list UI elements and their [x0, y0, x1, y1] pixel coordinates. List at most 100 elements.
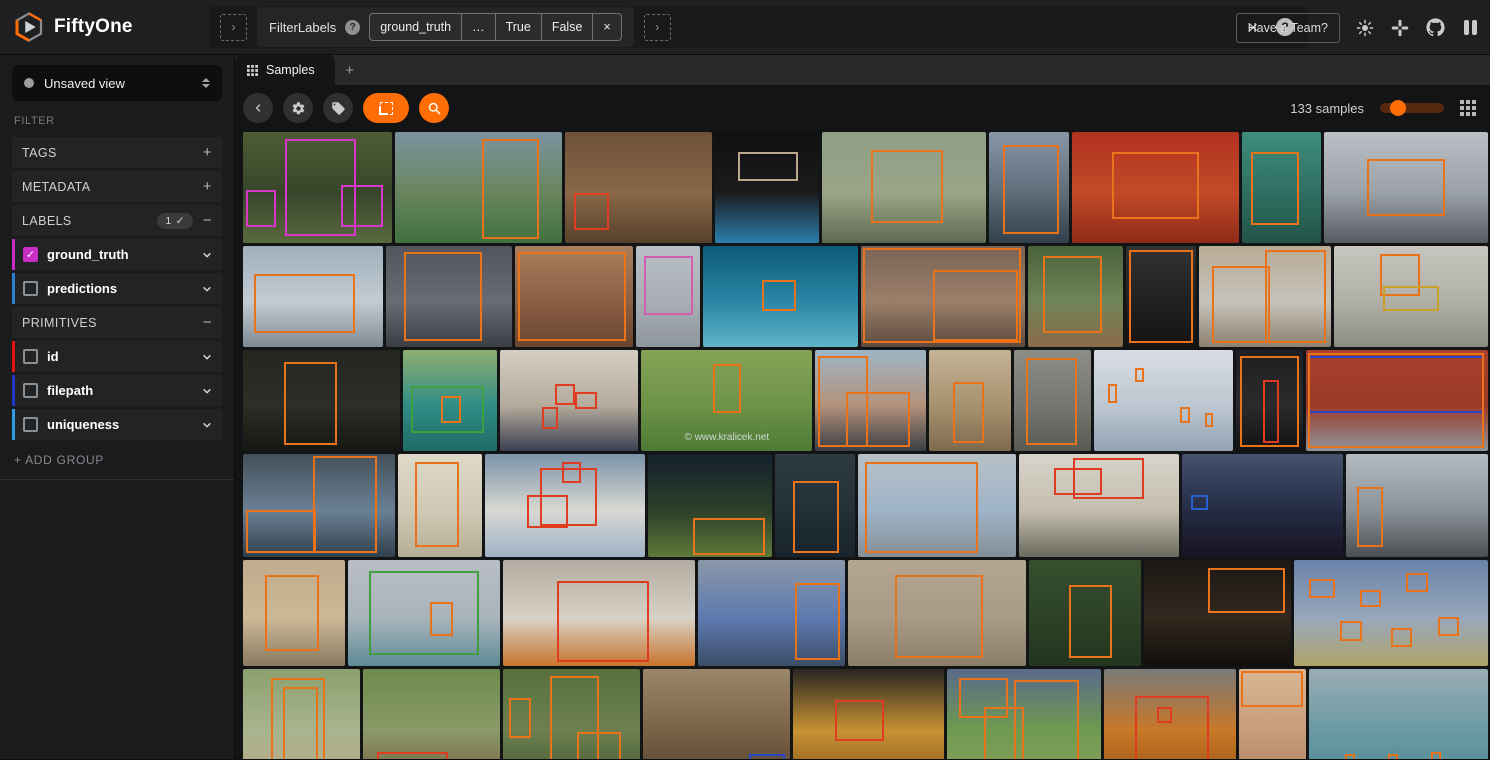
- sample-tile-cowboy-on-horse[interactable]: [395, 132, 562, 243]
- uniqueness-checkbox[interactable]: [23, 417, 38, 432]
- slider-thumb[interactable]: [1390, 100, 1406, 116]
- view-selector[interactable]: Unsaved view: [12, 65, 222, 101]
- have-a-team-button[interactable]: Have a Team?: [1235, 12, 1340, 43]
- new-tab-button[interactable]: +: [335, 55, 365, 85]
- grid-view-button[interactable]: [1460, 100, 1476, 116]
- sample-tile-child-with-toy-cake[interactable]: [243, 454, 396, 557]
- sample-tile-night-street[interactable]: [1181, 454, 1343, 557]
- chip-remove[interactable]: ×: [592, 14, 620, 40]
- ground-truth-checkbox[interactable]: ✓: [23, 247, 38, 262]
- chevron-down-icon[interactable]: [202, 284, 212, 294]
- sample-tile-teal-teddy-bear[interactable]: [1242, 132, 1321, 243]
- sample-tile-white-car[interactable]: [243, 246, 384, 347]
- slack-icon[interactable]: [1390, 18, 1410, 38]
- sample-tile-painted-face[interactable]: [515, 246, 634, 347]
- sample-tile-woman-with-camera[interactable]: [386, 246, 513, 347]
- sample-tile-bird-in-foliage[interactable]: [243, 132, 392, 243]
- sample-tile-jet-at-gate[interactable]: [698, 560, 846, 666]
- add-group-button[interactable]: + ADD GROUP: [14, 453, 220, 467]
- sample-tile-skier-portrait[interactable]: [398, 454, 483, 557]
- sample-tile-blue-cake[interactable]: [715, 132, 819, 243]
- sample-tile-light-rail-train[interactable]: [858, 454, 1016, 557]
- primitive-row-uniqueness[interactable]: uniqueness: [12, 409, 222, 440]
- sample-tile-dressage-rider[interactable]: © www.kralicek.net: [641, 350, 813, 451]
- back-button[interactable]: [243, 93, 273, 123]
- plus-icon[interactable]: +: [203, 144, 212, 161]
- sample-tile-llama-carrot[interactable]: [363, 669, 501, 759]
- primitive-row-filepath[interactable]: filepath: [12, 375, 222, 406]
- sample-tile-man-at-wall[interactable]: [1013, 350, 1091, 451]
- sample-tile-cat-on-rug[interactable]: [565, 132, 712, 243]
- filepath-checkbox[interactable]: [23, 383, 38, 398]
- sample-tile-red-suv[interactable]: [1305, 350, 1488, 451]
- add-stage-button-right[interactable]: ›: [643, 13, 671, 41]
- sample-tile-man-in-sunglasses[interactable]: [1125, 246, 1196, 347]
- search-button[interactable]: [419, 93, 449, 123]
- add-stage-button-left[interactable]: ›: [220, 13, 247, 41]
- sample-tile-man-on-phone[interactable]: [243, 350, 401, 451]
- sample-tile-child-with-umbrella[interactable]: [1028, 560, 1141, 666]
- chip-true[interactable]: True: [494, 14, 541, 40]
- sample-tile-luge-track[interactable]: [1093, 350, 1233, 451]
- sample-tile-carrots-plate[interactable]: [503, 560, 696, 666]
- sample-tile-whitewater-surfer[interactable]: [1333, 246, 1488, 347]
- section-metadata[interactable]: METADATA +: [12, 171, 222, 202]
- chevron-down-icon[interactable]: [202, 420, 212, 430]
- minus-icon[interactable]: −: [203, 212, 212, 229]
- section-labels[interactable]: LABELS 1 ✓ −: [12, 205, 222, 236]
- sample-tile-woman-and-puppy[interactable]: [861, 246, 1025, 347]
- sample-tile-red-plate-meal[interactable]: [1072, 132, 1239, 243]
- patches-button[interactable]: [363, 93, 409, 123]
- sample-tile-train-tracks[interactable]: [822, 132, 986, 243]
- sample-tile-child-on-saddle[interactable]: [1027, 246, 1123, 347]
- sample-tile-wave-surfer[interactable]: [703, 246, 859, 347]
- github-icon[interactable]: [1425, 18, 1445, 38]
- minus-icon[interactable]: −: [203, 314, 212, 331]
- chip-ground-truth[interactable]: ground_truth: [370, 14, 461, 40]
- sample-tile-sailboat[interactable]: [348, 560, 501, 666]
- sample-tile-pizza-buffet[interactable]: [1143, 560, 1291, 666]
- sample-tile-greens-plate[interactable]: [1018, 454, 1179, 557]
- sample-tile-draft-horse[interactable]: [1345, 454, 1488, 557]
- sample-tile-baby-toothbrush[interactable]: [1238, 669, 1306, 759]
- primitive-row-id[interactable]: id: [12, 341, 222, 372]
- id-checkbox[interactable]: [23, 349, 38, 364]
- chevron-down-icon[interactable]: [202, 386, 212, 396]
- sample-tile-people-at-mural[interactable]: [1198, 246, 1331, 347]
- sample-tile-baseball-game[interactable]: [946, 669, 1101, 759]
- sample-tile-young-skateboarder[interactable]: [848, 560, 1026, 666]
- plus-icon[interactable]: +: [203, 178, 212, 195]
- sample-tile-steak-dinner[interactable]: [500, 350, 639, 451]
- predictions-checkbox[interactable]: [23, 281, 38, 296]
- docs-icon[interactable]: [1460, 18, 1480, 38]
- chevron-down-icon[interactable]: [202, 352, 212, 362]
- sample-tile-warplane[interactable]: [1324, 132, 1488, 243]
- sample-tile-man-red-tie[interactable]: [1235, 350, 1303, 451]
- chip-ellipsis[interactable]: …: [461, 14, 495, 40]
- sample-tile-man-orange-shirt[interactable]: [775, 454, 856, 557]
- sample-tile-terrier-closeup[interactable]: [643, 669, 791, 759]
- sample-tile-kid-baseball-swing[interactable]: [243, 669, 361, 759]
- sample-tile-girls-with-dog[interactable]: [815, 350, 926, 451]
- chip-false[interactable]: False: [540, 14, 593, 40]
- sample-tile-police-motorcycle[interactable]: [243, 560, 346, 666]
- settings-button[interactable]: [283, 93, 313, 123]
- tab-samples[interactable]: Samples: [235, 55, 335, 85]
- sample-tile-broccoli-hand[interactable]: [648, 454, 773, 557]
- sample-tile-perched-eagle[interactable]: [636, 246, 701, 347]
- sample-tile-man-in-suit[interactable]: [989, 132, 1069, 243]
- sample-tile-swimmers-beach[interactable]: [1308, 669, 1488, 759]
- sample-tile-lattice-walkway[interactable]: [928, 350, 1011, 451]
- sample-tile-farm-chores[interactable]: [503, 669, 641, 759]
- tile-size-slider[interactable]: [1380, 100, 1444, 116]
- sample-tile-vegetable-pan[interactable]: [793, 669, 944, 759]
- sample-tile-curry-pot[interactable]: [1103, 669, 1236, 759]
- tag-button[interactable]: [323, 93, 353, 123]
- stage-help-icon[interactable]: ?: [345, 19, 361, 35]
- sample-tile-umbrella-crosswalk[interactable]: [1293, 560, 1488, 666]
- label-row-ground-truth[interactable]: ✓ ground_truth: [12, 239, 222, 270]
- section-primitives[interactable]: PRIMITIVES −: [12, 307, 222, 338]
- section-tags[interactable]: TAGS +: [12, 137, 222, 168]
- chevron-down-icon[interactable]: [202, 250, 212, 260]
- label-row-predictions[interactable]: predictions: [12, 273, 222, 304]
